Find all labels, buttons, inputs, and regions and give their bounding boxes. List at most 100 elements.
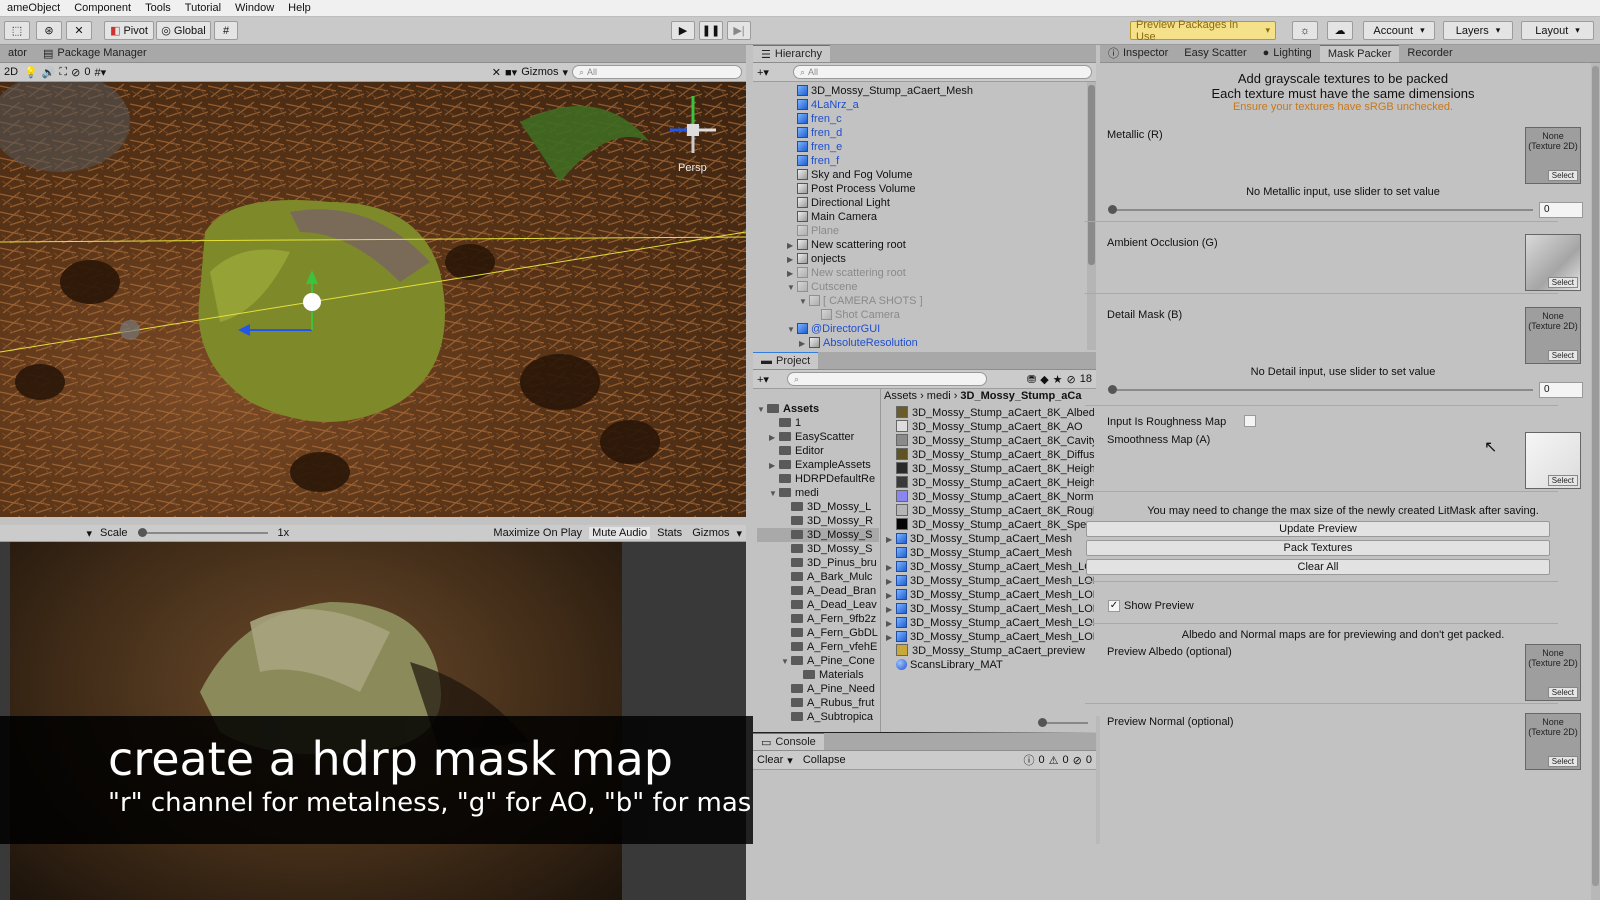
project-asset[interactable]: 3D_Mossy_Stump_aCaert_8K_Rough — [886, 504, 1094, 518]
project-asset[interactable]: 3D_Mossy_Stump_aCaert_8K_Cavity — [886, 434, 1094, 448]
hierarchy-item[interactable]: ▼ [ CAMERA SHOTS ] — [753, 294, 1083, 308]
expand-arrow-icon[interactable]: ▼ — [787, 323, 797, 337]
ao-select-button[interactable]: Select — [1547, 277, 1578, 288]
asset-arrow-icon[interactable]: ▶ — [886, 617, 896, 631]
asset-arrow-icon[interactable]: ▶ — [886, 631, 896, 645]
grid-snap-button[interactable]: # — [214, 21, 238, 40]
expand-arrow-icon[interactable]: ▶ — [799, 337, 809, 351]
project-folder[interactable]: A_Fern_GbDL — [757, 626, 879, 640]
hierarchy-item[interactable]: Directional Light — [753, 196, 1083, 210]
project-asset[interactable]: 3D_Mossy_Stump_aCaert_8K_Normal — [886, 490, 1094, 504]
filter-type-icon[interactable]: ⛃ — [1027, 373, 1036, 386]
detail-slider-knob[interactable] — [1108, 385, 1117, 394]
global-button[interactable]: ◎ Global — [156, 21, 211, 40]
warning-icon[interactable]: ⚠ — [1049, 754, 1059, 767]
menu-help[interactable]: Help — [281, 2, 318, 14]
project-asset[interactable]: ▶ 3D_Mossy_Stump_aCaert_Mesh — [886, 532, 1094, 546]
project-folder[interactable]: 3D_Pinus_bru — [757, 556, 879, 570]
hidden-objects-icon[interactable]: ⊘ — [71, 66, 80, 79]
smoothness-select-button[interactable]: Select — [1547, 475, 1578, 486]
project-folder[interactable]: Editor — [757, 444, 879, 458]
project-asset[interactable]: ▶ 3D_Mossy_Stump_aCaert_Mesh_LOD — [886, 560, 1094, 574]
folder-arrow-icon[interactable]: ▶ — [769, 431, 779, 445]
hierarchy-item[interactable]: ▶ New scattering root — [753, 266, 1083, 280]
project-folder[interactable]: A_Dead_Leav — [757, 598, 879, 612]
menu-gameobject[interactable]: ameObject — [0, 2, 67, 14]
project-asset[interactable]: ▶ 3D_Mossy_Stump_aCaert_Mesh_LOD — [886, 630, 1094, 644]
camera-icon[interactable]: ■▾ — [505, 66, 517, 79]
tab-project[interactable]: ▬ Project — [753, 352, 819, 369]
effects-icon[interactable]: ⛶ — [59, 66, 67, 79]
maximize-on-play-toggle[interactable]: Maximize On Play — [490, 527, 585, 539]
project-folder[interactable]: ▼ Assets — [757, 402, 879, 416]
metallic-select-button[interactable]: Select — [1547, 170, 1578, 181]
project-asset[interactable]: ▶ 3D_Mossy_Stump_aCaert_Mesh_LOD — [886, 588, 1094, 602]
add-icon[interactable]: +▾ — [757, 66, 769, 79]
detail-slider[interactable] — [1108, 385, 1533, 394]
account-dropdown[interactable]: Account — [1363, 21, 1435, 40]
layout-dropdown[interactable]: Layout — [1521, 21, 1594, 40]
expand-arrow-icon[interactable]: ▶ — [787, 239, 797, 253]
collab-button[interactable]: ☼ — [1292, 21, 1318, 40]
audio-icon[interactable]: 🔊 — [42, 66, 56, 79]
asset-arrow-icon[interactable]: ▶ — [886, 561, 896, 575]
project-asset[interactable]: ▶ 3D_Mossy_Stump_aCaert_Mesh_LOD — [886, 602, 1094, 616]
hierarchy-item[interactable]: fren_e — [753, 140, 1083, 154]
project-search-input[interactable]: ⌕ — [786, 372, 987, 386]
project-folder[interactable]: 3D_Mossy_R — [757, 514, 879, 528]
clear-button[interactable]: Clear — [757, 754, 783, 766]
tab-hierarchy[interactable]: ☰ Hierarchy — [753, 45, 830, 62]
show-preview-checkbox[interactable]: ✓ — [1108, 600, 1120, 612]
tab-console[interactable]: ▭ Console — [753, 733, 824, 750]
scene-tools-icon[interactable]: ✕ — [492, 66, 501, 79]
tab-inspector[interactable]: ⓘ Inspector — [1100, 45, 1176, 62]
expand-arrow-icon[interactable]: ▼ — [787, 281, 797, 295]
hierarchy-item[interactable]: 3D_Mossy_Stump_aCaert_Mesh — [753, 84, 1083, 98]
normal-select-button[interactable]: Select — [1547, 756, 1578, 767]
folder-arrow-icon[interactable]: ▼ — [769, 487, 779, 501]
scale-slider[interactable] — [137, 528, 268, 537]
add-icon[interactable]: +▾ — [757, 373, 769, 386]
pause-button[interactable]: ❚❚ — [699, 21, 723, 40]
project-folder[interactable]: A_Pine_Need — [757, 682, 879, 696]
custom-tool-button[interactable]: ✕ — [66, 21, 92, 40]
collapse-toggle[interactable]: Collapse — [803, 754, 846, 766]
breadcrumb-assets[interactable]: Assets — [884, 390, 917, 402]
project-folder[interactable]: Materials — [757, 668, 879, 682]
clear-all-button[interactable]: Clear All — [1086, 559, 1550, 575]
project-folder[interactable]: A_Fern_vfehE — [757, 640, 879, 654]
menu-window[interactable]: Window — [228, 2, 281, 14]
smoothness-texture-field[interactable]: Select — [1525, 432, 1581, 489]
project-folder[interactable]: A_Subtropica — [757, 710, 879, 724]
transform-tool-button[interactable]: ⊛ — [36, 21, 62, 40]
layers-dropdown[interactable]: Layers — [1443, 21, 1513, 40]
error-icon[interactable]: ⊘ — [1073, 754, 1082, 767]
project-asset[interactable]: 3D_Mossy_Stump_aCaert_8K_Diffuse — [886, 448, 1094, 462]
project-folder[interactable]: A_Rubus_frut — [757, 696, 879, 710]
inspector-scrollbar[interactable] — [1591, 63, 1600, 900]
hierarchy-item[interactable]: Post Process Volume — [753, 182, 1083, 196]
preview-packages-button[interactable]: Preview Packages in Use — [1130, 19, 1276, 43]
breadcrumb-current[interactable]: 3D_Mossy_Stump_aCa — [960, 390, 1081, 402]
hierarchy-item[interactable]: fren_d — [753, 126, 1083, 140]
hierarchy-search-input[interactable]: ⌕ All — [792, 65, 1092, 79]
asset-arrow-icon[interactable]: ▶ — [886, 533, 896, 547]
asset-arrow-icon[interactable]: ▶ — [886, 575, 896, 589]
preview-albedo-field[interactable]: None (Texture 2D) Select — [1525, 644, 1581, 701]
hierarchy-item[interactable]: fren_f — [753, 154, 1083, 168]
tab-lighting[interactable]: ● Lighting — [1255, 45, 1320, 62]
project-asset[interactable]: ▶ 3D_Mossy_Stump_aCaert_Mesh_LOD — [886, 616, 1094, 630]
project-folder[interactable]: 3D_Mossy_S — [757, 542, 879, 556]
project-asset[interactable]: 3D_Mossy_Stump_aCaert_8K_Specul — [886, 518, 1094, 532]
hierarchy-item[interactable]: ▶ New scattering root — [753, 238, 1083, 252]
orientation-gizmo[interactable] — [658, 88, 728, 158]
tab-recorder[interactable]: Recorder — [1399, 45, 1460, 62]
2d-toggle[interactable]: 2D — [4, 66, 20, 78]
preview-normal-field[interactable]: None (Texture 2D) Select — [1525, 713, 1581, 770]
project-asset[interactable]: 3D_Mossy_Stump_aCaert_8K_Albedo — [886, 406, 1094, 420]
favorite-icon[interactable]: ★ — [1053, 373, 1063, 386]
label-icon[interactable]: ◆ — [1040, 373, 1048, 386]
step-button[interactable]: ▶| — [727, 21, 751, 40]
project-folder[interactable]: ▶ ExampleAssets — [757, 458, 879, 472]
scene-viewport[interactable]: Persp — [0, 82, 746, 517]
